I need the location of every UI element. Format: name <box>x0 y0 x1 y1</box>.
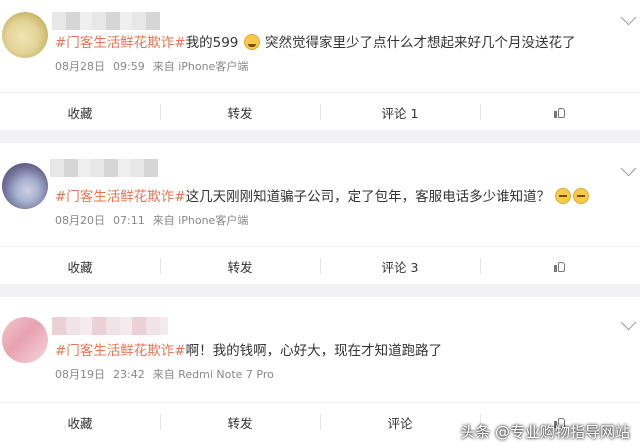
user-avatar[interactable] <box>2 317 48 363</box>
repost-button[interactable]: 转发 <box>160 247 320 285</box>
post-date[interactable]: 08月28日 <box>55 60 105 73</box>
cry-face-icon <box>243 34 260 50</box>
blurred-username[interactable] <box>52 317 168 335</box>
user-avatar[interactable] <box>2 163 48 209</box>
action-bar: 收藏 转发 评论 1 <box>0 92 640 131</box>
weibo-post-2: #门客生活鲜花欺诈#这几天刚刚知道骗子公司，定了包年，客服电话多少谁知道？ 08… <box>0 143 640 284</box>
user-avatar[interactable] <box>2 12 48 58</box>
chevron-down-icon[interactable] <box>620 160 637 177</box>
watermark: 头条 @专业购物指导网站 <box>460 423 630 441</box>
topic-link[interactable]: #门客生活鲜花欺诈# <box>55 189 186 205</box>
chevron-down-icon[interactable] <box>620 9 637 26</box>
chevron-down-icon[interactable] <box>620 314 637 331</box>
topic-link[interactable]: #门客生活鲜花欺诈# <box>55 35 186 51</box>
favorite-button[interactable]: 收藏 <box>0 247 160 285</box>
action-bar: 收藏 转发 评论 3 <box>0 246 640 285</box>
post-date[interactable]: 08月20日 <box>55 214 105 227</box>
post-time[interactable]: 23:42 <box>113 368 145 381</box>
thumbs-up-icon <box>554 260 566 272</box>
smirk-face-icon <box>573 188 590 204</box>
topic-link[interactable]: #门客生活鲜花欺诈# <box>55 343 186 359</box>
weibo-post-1: #门客生活鲜花欺诈#我的599 突然觉得家里少了点什么才想起来好几个月没送花了 … <box>0 0 640 130</box>
blurred-username[interactable] <box>50 159 158 177</box>
comment-button[interactable]: 评论 1 <box>320 93 480 131</box>
post-meta: 08月19日 23:42 来自 Redmi Note 7 Pro <box>55 368 282 382</box>
comment-button[interactable]: 评论 3 <box>320 247 480 285</box>
post-text: #门客生活鲜花欺诈#我的599 突然觉得家里少了点什么才想起来好几个月没送花了 <box>55 34 576 51</box>
favorite-button[interactable]: 收藏 <box>0 93 160 131</box>
post-source: 来自 iPhone客户端 <box>152 60 249 73</box>
post-date[interactable]: 08月19日 <box>55 368 105 381</box>
favorite-button[interactable]: 收藏 <box>0 403 160 441</box>
smirk-face-icon <box>555 188 572 204</box>
post-source: 来自 iPhone客户端 <box>152 214 249 227</box>
like-button[interactable] <box>480 93 640 131</box>
comment-button[interactable]: 评论 <box>320 403 480 441</box>
post-time[interactable]: 07:11 <box>113 214 145 227</box>
repost-button[interactable]: 转发 <box>160 93 320 131</box>
post-time[interactable]: 09:59 <box>113 60 145 73</box>
like-button[interactable] <box>480 247 640 285</box>
post-text: #门客生活鲜花欺诈#这几天刚刚知道骗子公司，定了包年，客服电话多少谁知道？ <box>55 188 590 206</box>
post-text: #门客生活鲜花欺诈#啊！我的钱啊，心好大，现在才知道跑路了 <box>55 343 443 359</box>
post-meta: 08月20日 07:11 来自 iPhone客户端 <box>55 214 256 228</box>
post-source: 来自 Redmi Note 7 Pro <box>152 368 274 381</box>
blurred-username[interactable] <box>52 12 160 30</box>
thumbs-up-icon <box>554 106 566 118</box>
post-meta: 08月28日 09:59 来自 iPhone客户端 <box>55 60 256 74</box>
repost-button[interactable]: 转发 <box>160 403 320 441</box>
